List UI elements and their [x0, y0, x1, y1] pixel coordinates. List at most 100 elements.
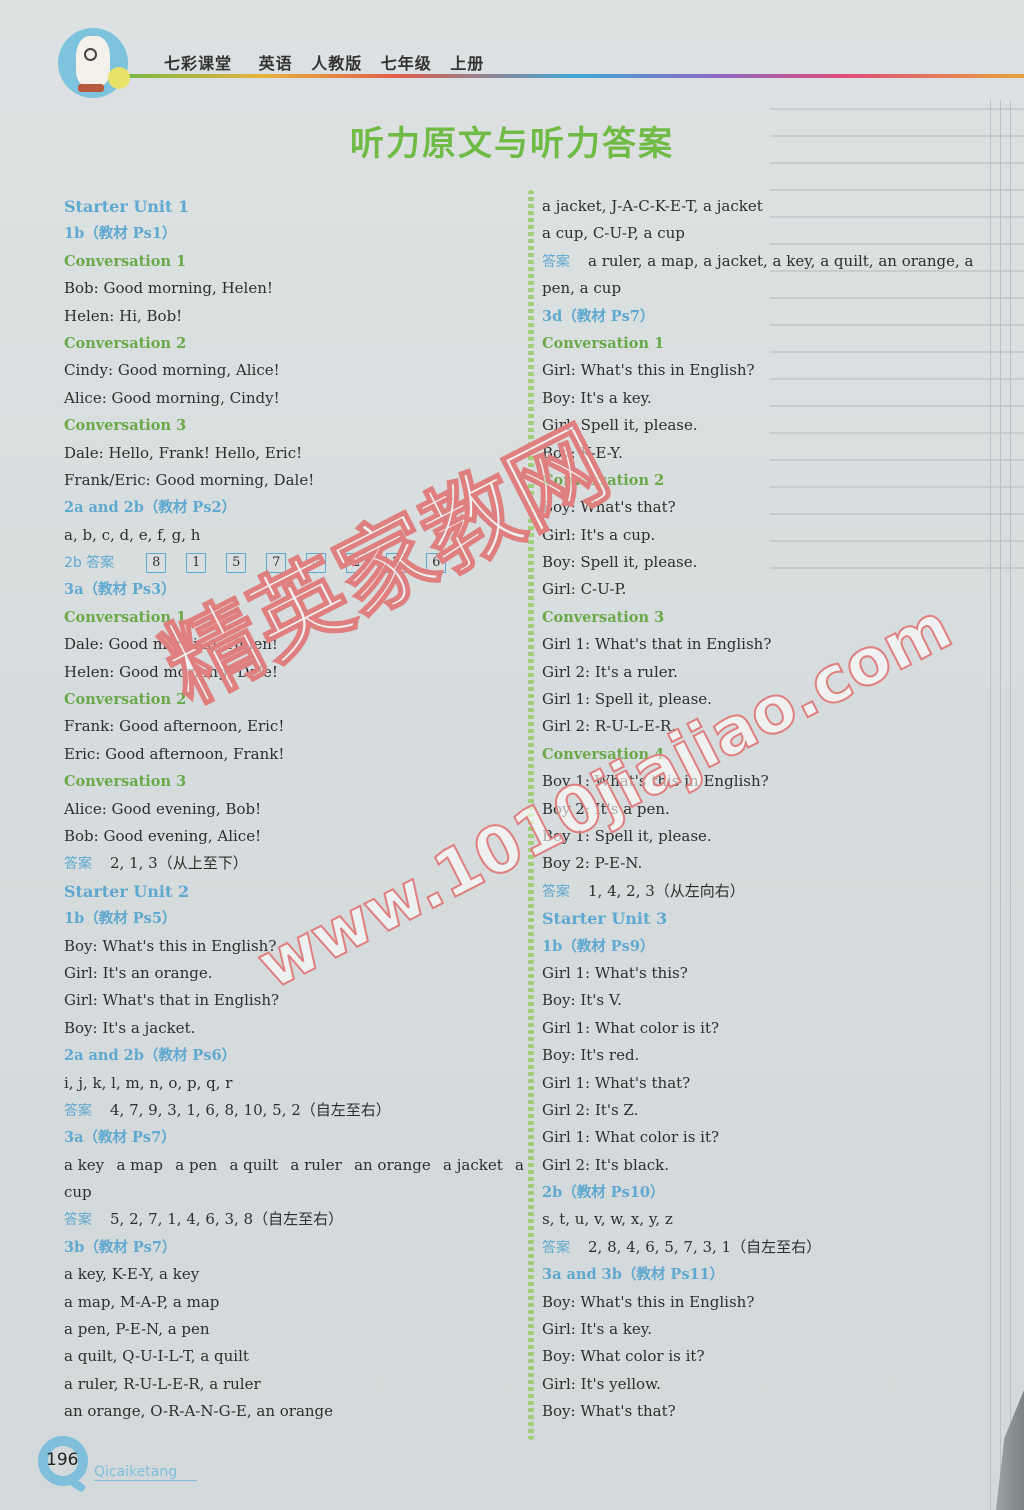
transcript-line: Girl 1: What color is it? — [542, 1018, 720, 1037]
transcript-line: Boy: It's a jacket. — [64, 1018, 196, 1037]
transcript-line: Girl: It's a key. — [542, 1320, 653, 1339]
vocabulary-item: a ruler — [290, 1155, 342, 1174]
transcript-line: Boy: K-E-Y. — [542, 443, 623, 462]
transcript-line: Helen: Hi, Bob! — [64, 306, 183, 325]
transcript-line: cup — [64, 1183, 92, 1202]
answer-label: 答案 — [64, 1212, 92, 1229]
transcript-line: Girl: C-U-P. — [542, 580, 627, 599]
vocabulary-item: a jacket — [443, 1155, 503, 1174]
vocabulary-item: a pen — [175, 1155, 218, 1174]
answer-line: 答案 a ruler, a map, a jacket, a key, a qui… — [542, 248, 1012, 275]
conversation-heading: Conversation 3 — [64, 417, 187, 435]
transcript-line: Girl 1: What color is it? — [542, 1128, 720, 1147]
section-heading: 2a and 2b（教材 Ps6） — [64, 1047, 237, 1065]
vocabulary-item: an orange — [354, 1155, 431, 1174]
section-heading: 1b（教材 Ps1） — [64, 225, 177, 243]
answer-label: 答案 — [542, 253, 570, 270]
section-heading: 3a and 3b（教材 Ps11） — [542, 1266, 725, 1284]
answer-value: 1, 4, 2, 3（从左向右） — [588, 881, 745, 900]
conversation-heading: Conversation 1 — [542, 334, 665, 352]
header-volume: 上册 — [450, 54, 485, 73]
transcript-line: Cindy: Good morning, Alice! — [64, 361, 280, 380]
page-number: 196 — [46, 1450, 79, 1470]
answer-label: 2b 答案 — [64, 555, 115, 572]
transcript-line: Boy: Spell it, please. — [542, 553, 698, 572]
transcript-line: Eric: Good afternoon, Frank! — [64, 744, 285, 763]
transcript-line: Girl 2: It's black. — [542, 1155, 670, 1174]
vocabulary-item: a key — [64, 1155, 105, 1174]
transcript-line: Girl: Spell it, please. — [542, 416, 698, 435]
transcript-line: a quilt, Q-U-I-L-T, a quilt — [64, 1347, 249, 1366]
header-subject: 英语 — [258, 54, 293, 73]
transcript-line: pen, a cup — [542, 279, 622, 298]
answer-box: 8 — [146, 553, 167, 574]
conversation-heading: Conversation 2 — [64, 691, 187, 709]
vocabulary-item: a map — [116, 1155, 163, 1174]
answer-line: 答案 5, 2, 7, 1, 4, 6, 3, 8（自左至右） — [64, 1206, 524, 1233]
transcript-line: Boy: What color is it? — [542, 1347, 705, 1366]
transcript-line: a ruler, R-U-L-E-R, a ruler — [64, 1374, 261, 1393]
conversation-heading: Conversation 3 — [64, 773, 187, 791]
header-series: 七彩课堂 — [164, 54, 233, 73]
transcript-line: Girl: What's this in English? — [542, 361, 755, 380]
transcript-line: Boy: It's red. — [542, 1046, 640, 1065]
answer-label: 答案 — [64, 856, 92, 873]
logo-dog-body — [76, 36, 110, 86]
transcript-line: Boy: It's V. — [542, 991, 622, 1010]
transcript-line: a map, M-A-P, a map — [64, 1292, 220, 1311]
header-grade: 七年级 — [380, 54, 432, 73]
answer-value: 5, 2, 7, 1, 4, 6, 3, 8（自左至右） — [110, 1210, 344, 1229]
transcript-line: a key, K-E-Y, a key — [64, 1265, 200, 1284]
answer-line: 答案 2, 8, 4, 6, 5, 7, 3, 1（自左至右） — [542, 1234, 1012, 1261]
transcript-line: Boy 2: P-E-N. — [542, 854, 643, 873]
header-edition: 人教版 — [311, 54, 363, 73]
section-heading: 3a（教材 Ps7） — [64, 1129, 176, 1147]
transcript-line: an orange, O-R-A-N-G-E, an orange — [64, 1402, 334, 1421]
unit-heading: Starter Unit 3 — [542, 909, 668, 929]
vocabulary-item: a — [515, 1155, 524, 1174]
transcript-line: Girl: It's yellow. — [542, 1374, 661, 1393]
transcript-line: Girl: It's a cup. — [542, 525, 656, 544]
transcript-line: Boy: What's this in English? — [542, 1292, 755, 1311]
answer-value: 4, 7, 9, 3, 1, 6, 8, 10, 5, 2（自左至右） — [110, 1100, 391, 1119]
section-heading: 1b（教材 Ps9） — [542, 937, 655, 955]
answer-value: a ruler, a map, a jacket, a key, a quilt… — [588, 251, 974, 270]
page-title: 听力原文与听力答案 — [350, 124, 674, 164]
transcript-line: Girl 2: It's Z. — [542, 1100, 639, 1119]
answer-line: 答案 1, 4, 2, 3（从左向右） — [542, 878, 1012, 905]
answer-line: 答案 4, 7, 9, 3, 1, 6, 8, 10, 5, 2（自左至右） — [64, 1097, 524, 1124]
unit-heading: Starter Unit 1 — [64, 197, 190, 216]
section-heading: 2b（教材 Ps10） — [542, 1184, 665, 1202]
transcript-line: Alice: Good evening, Bob! — [64, 799, 262, 818]
rainbow-header-rule — [128, 74, 1024, 78]
transcript-line: Boy: It's a key. — [542, 388, 652, 407]
answer-label: 答案 — [64, 1102, 92, 1119]
answer-label: 答案 — [542, 1239, 570, 1256]
section-heading: 3d（教材 Ps7） — [542, 307, 655, 325]
transcript-line: Girl 1: What's this? — [542, 963, 688, 982]
answer-value: 2, 8, 4, 6, 5, 7, 3, 1（自左至右） — [588, 1237, 822, 1256]
logo-dog-eye — [84, 48, 97, 61]
section-heading: 3b（教材 Ps7） — [64, 1238, 177, 1256]
transcript-line: Girl 1: What's that? — [542, 1073, 691, 1092]
answer-label: 答案 — [542, 883, 570, 900]
vocabulary-list: a key a map a pen a quilt a ruler an orange a … — [64, 1152, 524, 1179]
left-column: Starter Unit 1 1b（教材 Ps1） Conversation 1 Bo… — [64, 193, 524, 1426]
transcript-line: i, j, k, l, m, n, o, p, q, r — [64, 1073, 233, 1092]
transcript-line: Boy: What's that? — [542, 1402, 676, 1421]
transcript-line: a jacket, J-A-C-K-E-T, a jacket — [542, 197, 763, 215]
transcript-line: Frank: Good afternoon, Eric! — [64, 717, 285, 736]
answer-value: 2, 1, 3（从上至下） — [110, 854, 248, 873]
logo-dog-feet — [78, 84, 104, 92]
yellow-dot-decoration — [108, 67, 130, 89]
transcript-line: s, t, u, v, w, x, y, z — [542, 1210, 673, 1229]
running-header: 七彩课堂 英语 人教版 七年级 上册 — [164, 50, 496, 74]
footer-brand: Qicaiketang — [94, 1464, 198, 1481]
transcript-line: Alice: Good morning, Cindy! — [64, 388, 280, 407]
transcript-line: Bob: Good morning, Helen! — [64, 279, 273, 298]
vocabulary-item: a quilt — [229, 1155, 279, 1174]
transcript-line: a cup, C-U-P, a cup — [542, 224, 685, 243]
transcript-line: a pen, P-E-N, a pen — [64, 1320, 210, 1339]
conversation-heading: Conversation 1 — [64, 252, 187, 270]
conversation-heading: Conversation 2 — [64, 334, 187, 352]
